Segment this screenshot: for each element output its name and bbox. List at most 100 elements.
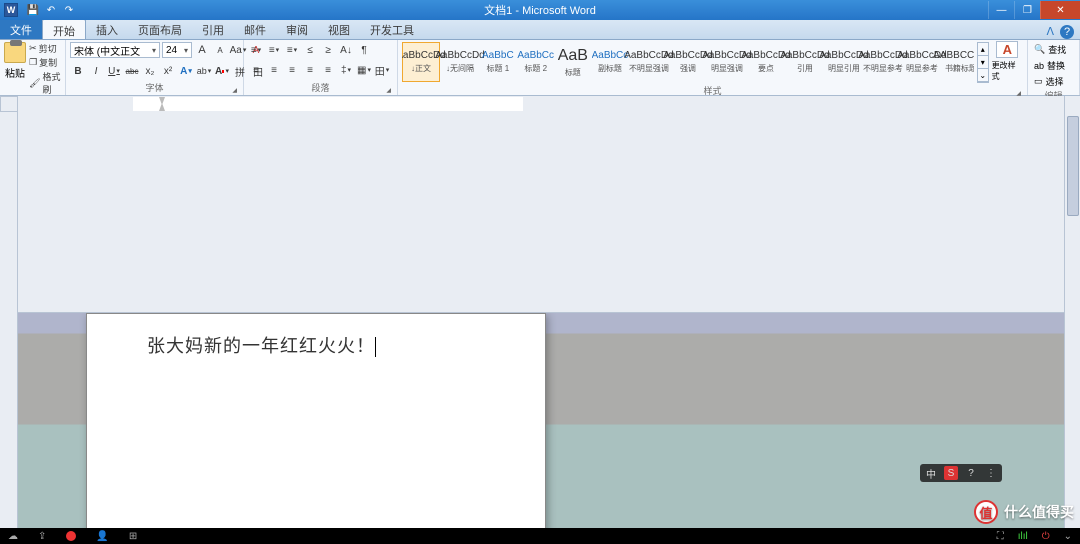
save-button[interactable]: 💾 bbox=[26, 3, 40, 17]
taskbar-chevron-icon[interactable]: ⌄ bbox=[1064, 531, 1072, 542]
borders-button[interactable]: 田 bbox=[374, 62, 390, 78]
style-item-0[interactable]: AaBbCcDd↓正文 bbox=[402, 42, 440, 82]
line-spacing-button[interactable]: ‡ bbox=[338, 62, 354, 78]
style-item-2[interactable]: AaBbC标题 1 bbox=[480, 42, 516, 82]
paste-button[interactable]: 粘贴 bbox=[4, 42, 26, 80]
tab-5[interactable]: 审阅 bbox=[276, 19, 318, 39]
bullets-button[interactable]: ≡ bbox=[248, 42, 264, 58]
style-name: 副标题 bbox=[598, 63, 622, 74]
decrease-indent-button[interactable]: ≤ bbox=[302, 42, 318, 58]
style-name: 不明显参考 bbox=[863, 63, 903, 74]
copy-button[interactable]: ❐复制 bbox=[29, 56, 61, 69]
format-painter-button[interactable]: 🖌格式刷 bbox=[29, 70, 61, 96]
taskbar-misc-icon[interactable]: ⊞ bbox=[129, 531, 137, 542]
ime-more-button[interactable]: ⋮ bbox=[984, 466, 998, 480]
multilevel-button[interactable]: ≡ bbox=[284, 42, 300, 58]
grow-font-button[interactable]: A bbox=[194, 42, 210, 58]
tab-2[interactable]: 页面布局 bbox=[128, 19, 192, 39]
tab-4[interactable]: 邮件 bbox=[234, 19, 276, 39]
minimize-ribbon-button[interactable]: ᐱ bbox=[1046, 25, 1054, 39]
style-item-7[interactable]: AaBbCcDd强调 bbox=[669, 42, 707, 82]
close-button[interactable]: ✕ bbox=[1040, 1, 1080, 19]
taskbar-cloud-icon[interactable]: ☁ bbox=[8, 531, 18, 542]
highlight-button[interactable]: ab bbox=[196, 63, 212, 79]
shrink-font-button[interactable]: A bbox=[212, 42, 228, 58]
horizontal-ruler[interactable] bbox=[18, 96, 1064, 313]
style-item-11[interactable]: AaBbCcDd明显引用 bbox=[825, 42, 863, 82]
style-item-3[interactable]: AaBbCc标题 2 bbox=[517, 42, 555, 82]
minimize-button[interactable]: — bbox=[988, 1, 1014, 19]
tab-3[interactable]: 引用 bbox=[192, 19, 234, 39]
tab-6[interactable]: 视图 bbox=[318, 19, 360, 39]
text-effects-button[interactable]: A bbox=[178, 63, 194, 79]
sort-button[interactable]: A↓ bbox=[338, 42, 354, 58]
italic-button[interactable]: I bbox=[88, 63, 104, 79]
quick-access-toolbar: 💾 ↶ ↷ bbox=[26, 3, 76, 17]
align-left-button[interactable]: ≡ bbox=[248, 62, 264, 78]
style-item-6[interactable]: AaBbCcDd不明显强调 bbox=[630, 42, 668, 82]
font-color-button[interactable]: A bbox=[214, 63, 230, 79]
font-name-combo[interactable]: 宋体 (中文正文 bbox=[70, 42, 160, 58]
vertical-ruler[interactable] bbox=[0, 112, 18, 528]
page[interactable]: 张大妈新的一年红红火火！ bbox=[86, 313, 546, 529]
distribute-button[interactable]: ≡ bbox=[320, 62, 336, 78]
shading-button[interactable]: ▦ bbox=[356, 62, 372, 78]
undo-button[interactable]: ↶ bbox=[44, 3, 58, 17]
maximize-button[interactable]: ❐ bbox=[1014, 1, 1040, 19]
scroll-thumb[interactable] bbox=[1067, 116, 1079, 216]
ime-sogou-button[interactable]: S bbox=[944, 466, 958, 480]
tab-file[interactable]: 文件 bbox=[0, 19, 42, 39]
show-marks-button[interactable]: ¶ bbox=[356, 42, 372, 58]
tab-0[interactable]: 开始 bbox=[42, 19, 86, 39]
taskbar-power-icon[interactable]: ⏻ bbox=[1042, 531, 1050, 542]
vertical-scrollbar[interactable] bbox=[1064, 96, 1080, 528]
numbering-button[interactable]: ≡ bbox=[266, 42, 282, 58]
change-styles-button[interactable]: A 更改样式 bbox=[992, 42, 1023, 80]
style-item-10[interactable]: AaBbCcDd引用 bbox=[786, 42, 824, 82]
replace-button[interactable]: ab替换 bbox=[1032, 58, 1067, 73]
align-justify-button[interactable]: ≡ bbox=[302, 62, 318, 78]
styles-up-button[interactable]: ▴ bbox=[978, 43, 988, 56]
group-clipboard: 粘贴 ✂剪切 ❐复制 🖌格式刷 剪贴板 bbox=[0, 40, 66, 95]
find-button[interactable]: 🔍查找 bbox=[1032, 42, 1068, 57]
taskbar-expand-icon[interactable]: ⛶ bbox=[997, 531, 1004, 542]
styles-gallery[interactable]: AaBbCcDd↓正文AaBbCcDd↓无间隔AaBbC标题 1AaBbCc标题… bbox=[402, 42, 974, 84]
ime-toolbar[interactable]: 中 S ? ⋮ bbox=[920, 464, 1002, 482]
ime-lang-button[interactable]: 中 bbox=[924, 466, 938, 480]
style-item-14[interactable]: AABBCCDD书籍标题 bbox=[942, 42, 974, 82]
underline-button[interactable]: U bbox=[106, 63, 122, 79]
tab-1[interactable]: 插入 bbox=[86, 19, 128, 39]
align-right-button[interactable]: ≡ bbox=[284, 62, 300, 78]
style-item-5[interactable]: AaBbCc副标题 bbox=[591, 42, 629, 82]
align-center-button[interactable]: ≡ bbox=[266, 62, 282, 78]
style-item-8[interactable]: AaBbCcDd明显强调 bbox=[708, 42, 746, 82]
select-button[interactable]: ▭选择 bbox=[1032, 74, 1066, 89]
increase-indent-button[interactable]: ≥ bbox=[320, 42, 336, 58]
taskbar-upload-icon[interactable]: ⇪ bbox=[38, 531, 46, 542]
style-item-13[interactable]: AaBbCcDd明显参考 bbox=[903, 42, 941, 82]
taskbar-signal-icon[interactable]: ılıl bbox=[1018, 531, 1028, 542]
taskbar-user-icon[interactable]: 👤 bbox=[96, 531, 108, 542]
taskbar: ☁ ⇪ 👤 ⊞ ⛶ ılıl ⏻ ⌄ bbox=[0, 528, 1080, 544]
subscript-button[interactable]: x₂ bbox=[142, 63, 158, 79]
ime-help-button[interactable]: ? bbox=[964, 466, 978, 480]
style-item-9[interactable]: AaBbCcDd要点 bbox=[747, 42, 785, 82]
font-size-combo[interactable]: 24 bbox=[162, 42, 192, 58]
strike-button[interactable]: abc bbox=[124, 63, 140, 79]
styles-more-button[interactable]: ⌄ bbox=[978, 69, 988, 82]
ribbon-tabs: 文件 开始插入页面布局引用邮件审阅视图开发工具 ᐱ ? bbox=[0, 20, 1080, 40]
cut-button[interactable]: ✂剪切 bbox=[29, 42, 61, 55]
tab-7[interactable]: 开发工具 bbox=[360, 19, 424, 39]
superscript-button[interactable]: x² bbox=[160, 63, 176, 79]
document-area[interactable]: 张大妈新的一年红红火火！ bbox=[18, 313, 1064, 529]
style-item-1[interactable]: AaBbCcDd↓无间隔 bbox=[441, 42, 479, 82]
styles-down-button[interactable]: ▾ bbox=[978, 56, 988, 69]
bold-button[interactable]: B bbox=[70, 63, 86, 79]
style-item-4[interactable]: AaB标题 bbox=[556, 42, 590, 82]
style-preview: AABBCCDD bbox=[933, 50, 974, 61]
record-button[interactable] bbox=[66, 531, 76, 541]
redo-button[interactable]: ↷ bbox=[62, 3, 76, 17]
document-text[interactable]: 张大妈新的一年红红火火！ bbox=[147, 332, 376, 358]
style-item-12[interactable]: AaBbCcDd不明显参考 bbox=[864, 42, 902, 82]
help-button[interactable]: ? bbox=[1060, 25, 1074, 39]
